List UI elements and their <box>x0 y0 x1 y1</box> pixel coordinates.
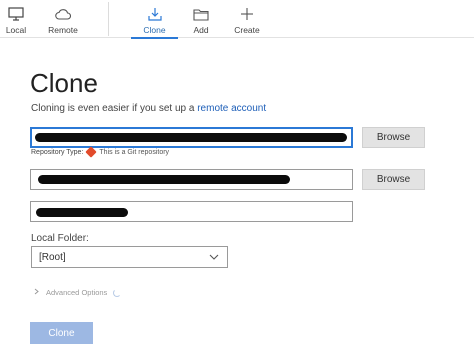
toolbar-clone-button[interactable]: Clone <box>131 0 178 39</box>
clone-button[interactable]: Clone <box>30 322 93 344</box>
git-icon <box>85 146 98 158</box>
toolbar-add-label: Add <box>193 25 209 35</box>
toolbar-local-label: Local <box>5 25 27 35</box>
toolbar-clone-label: Clone <box>143 25 166 35</box>
remote-account-link[interactable]: remote account <box>197 103 266 114</box>
repository-type: Repository Type: This is a Git repositor… <box>31 146 170 158</box>
browse-destination-button[interactable]: Browse <box>362 169 425 190</box>
toolbar-local-button[interactable]: Local <box>2 0 30 38</box>
cloud-icon <box>55 4 71 24</box>
redacted-value <box>36 208 128 217</box>
page-title: Clone <box>30 68 98 98</box>
toolbar-create-button[interactable]: Create <box>232 0 262 38</box>
loading-spinner-icon <box>113 288 122 297</box>
browse-source-button[interactable]: Browse <box>362 127 425 148</box>
advanced-options-label: Advanced Options <box>46 288 108 297</box>
toolbar-remote-button[interactable]: Remote <box>44 0 82 38</box>
redacted-value <box>38 175 290 184</box>
download-icon <box>147 4 163 24</box>
local-folder-label: Local Folder: <box>31 233 89 244</box>
local-folder-select[interactable]: [Root] <box>31 246 228 268</box>
toolbar-remote-label: Remote <box>48 25 78 35</box>
monitor-icon <box>8 4 24 24</box>
advanced-options-toggle[interactable]: Advanced Options <box>34 288 122 297</box>
repository-type-value: This is a Git repository <box>99 148 170 156</box>
toolbar-create-label: Create <box>234 25 260 35</box>
toolbar-add-button[interactable]: Add <box>190 0 212 38</box>
toolbar-divider <box>108 2 109 36</box>
plus-icon <box>240 4 254 24</box>
destination-path-field[interactable] <box>30 169 353 190</box>
source-url-field[interactable] <box>30 127 353 148</box>
name-field[interactable] <box>30 201 353 222</box>
toolbar: Local Remote Clone Add Create <box>0 0 474 39</box>
folder-icon <box>193 4 209 24</box>
redacted-value <box>35 133 347 142</box>
page-subtitle: Cloning is even easier if you set up a r… <box>31 103 266 114</box>
chevron-down-icon <box>208 251 220 266</box>
local-folder-value: [Root] <box>39 251 66 263</box>
chevron-right-icon <box>34 288 39 297</box>
repository-type-label: Repository Type: <box>31 148 84 156</box>
subtitle-text: Cloning is even easier if you set up a <box>31 103 198 114</box>
